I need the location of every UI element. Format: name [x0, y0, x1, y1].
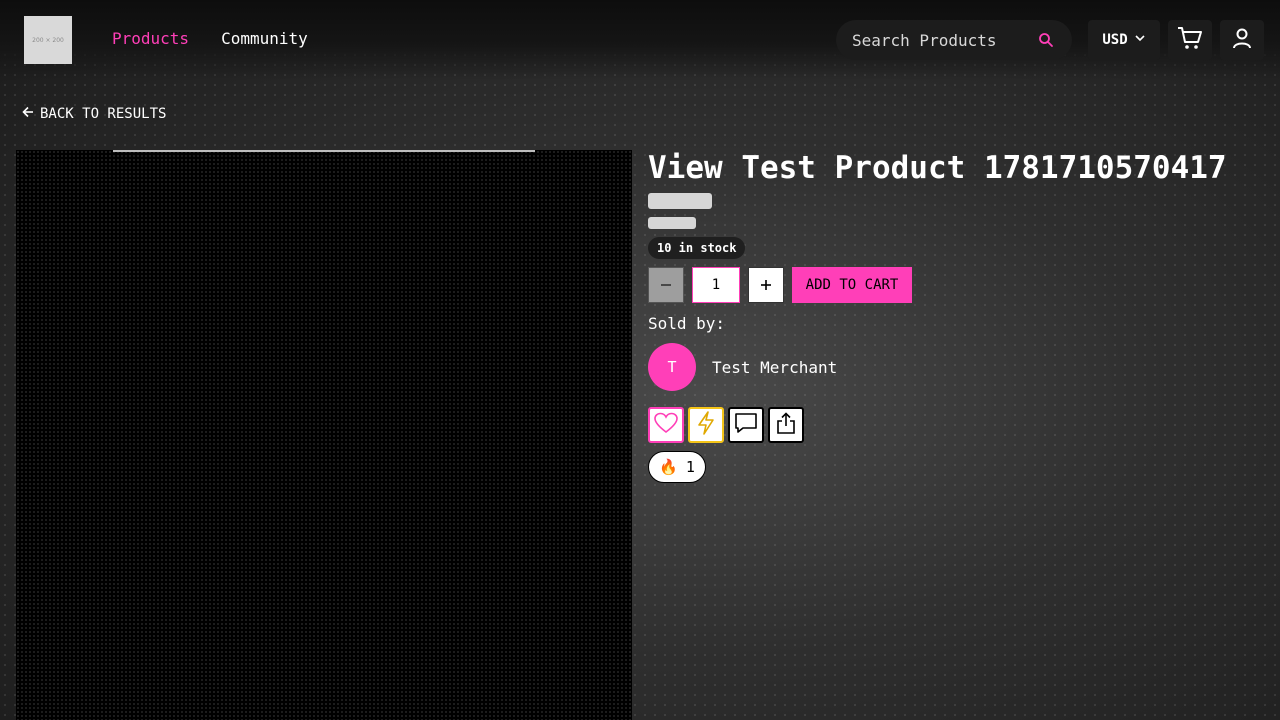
share-button[interactable] — [768, 407, 804, 443]
lightning-icon — [696, 411, 716, 439]
back-to-results-link[interactable]: BACK TO RESULTS — [22, 106, 166, 122]
comment-button[interactable] — [728, 407, 764, 443]
cart-icon — [1177, 26, 1203, 54]
merchant-avatar[interactable]: T — [648, 343, 696, 391]
merchant-name-link[interactable]: Test Merchant — [712, 358, 837, 377]
chevron-down-icon — [1134, 32, 1146, 48]
quantity-input[interactable] — [692, 267, 740, 303]
product-image-gallery[interactable] — [16, 150, 632, 720]
user-icon — [1231, 27, 1253, 53]
fire-emoji-icon: 🔥 — [659, 458, 678, 476]
account-button[interactable] — [1220, 20, 1264, 60]
heart-icon — [654, 412, 678, 438]
decrease-quantity-button[interactable] — [648, 267, 684, 303]
plus-icon — [760, 276, 772, 295]
minus-icon — [660, 276, 672, 295]
reaction-count: 1 — [685, 458, 695, 476]
add-to-cart-button[interactable]: ADD TO CART — [792, 267, 912, 303]
stock-badge: 10 in stock — [648, 237, 746, 259]
search-icon[interactable] — [1038, 32, 1054, 52]
gallery-progress-bar — [113, 150, 535, 152]
share-icon — [776, 412, 796, 438]
currency-label: USD — [1102, 32, 1128, 48]
nav-community-link[interactable]: Community — [221, 29, 308, 48]
main-nav: Products Community — [112, 29, 308, 48]
price-placeholder — [648, 193, 712, 209]
search-bar — [836, 20, 1072, 60]
cart-button[interactable] — [1168, 20, 1212, 60]
currency-selector[interactable]: USD — [1088, 20, 1160, 60]
merchant-initial: T — [667, 358, 677, 376]
sold-by-label: Sold by: — [648, 314, 726, 333]
back-label: BACK TO RESULTS — [40, 106, 167, 122]
fire-reaction-button[interactable]: 🔥 1 — [648, 451, 706, 483]
product-title: View Test Product 1781710570417 — [648, 150, 1227, 186]
logo-text: 200 × 200 — [32, 36, 64, 44]
site-logo[interactable]: 200 × 200 — [24, 16, 72, 64]
top-navigation-bar: 200 × 200 Products Community USD — [0, 0, 1280, 80]
search-input[interactable] — [852, 30, 1032, 50]
favorite-button[interactable] — [648, 407, 684, 443]
comment-icon — [734, 412, 758, 438]
arrow-left-icon — [22, 106, 34, 122]
nav-products-link[interactable]: Products — [112, 29, 189, 48]
increase-quantity-button[interactable] — [748, 267, 784, 303]
subprice-placeholder — [648, 217, 696, 229]
boost-button[interactable] — [688, 407, 724, 443]
